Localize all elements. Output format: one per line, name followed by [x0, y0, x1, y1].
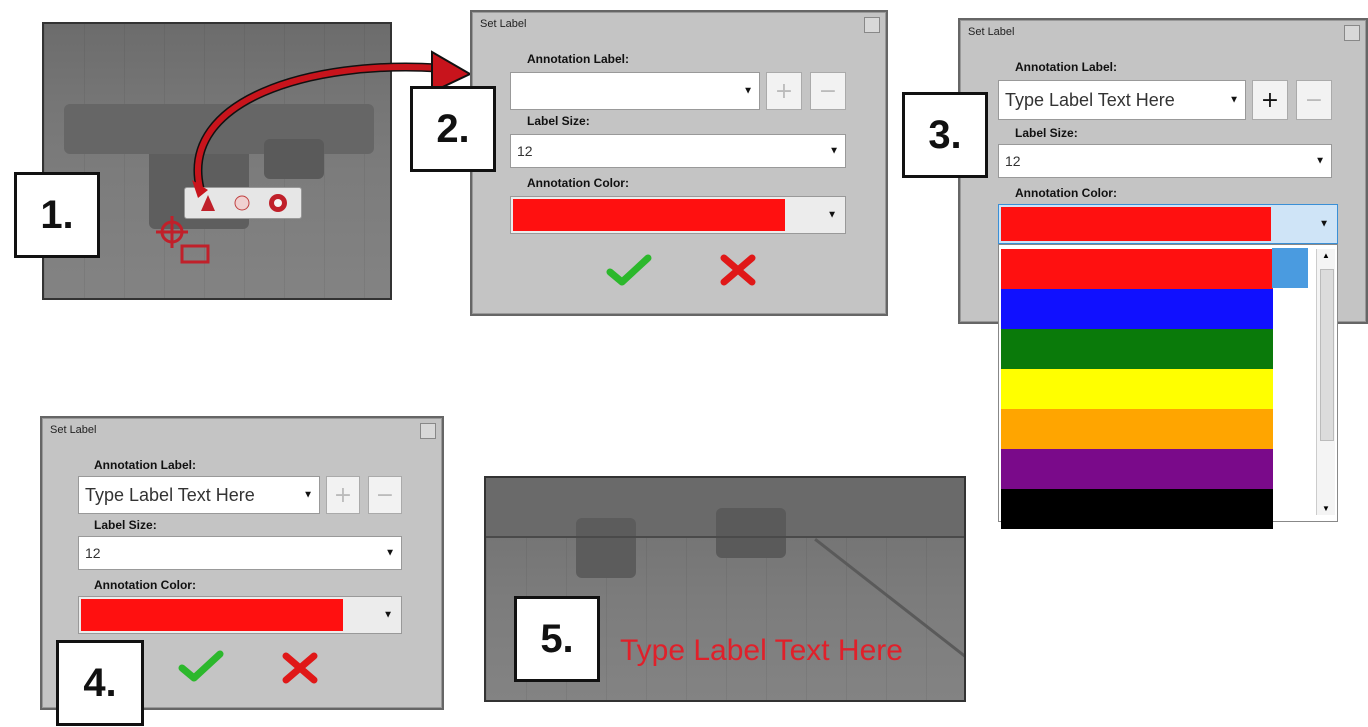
chevron-down-icon: ▼: [1229, 94, 1239, 106]
label-size-combo[interactable]: 12 ▼: [998, 144, 1332, 178]
annotation-label-heading: Annotation Label:: [1015, 60, 1117, 74]
cancel-x-icon[interactable]: [716, 250, 760, 290]
confirm-check-icon[interactable]: [604, 250, 654, 290]
color-option-yellow[interactable]: [1001, 369, 1273, 409]
annotation-label-combo[interactable]: ▼: [510, 72, 760, 110]
label-size-heading: Label Size:: [94, 518, 157, 532]
color-option-green[interactable]: [1001, 329, 1273, 369]
minus-icon: −: [375, 482, 395, 508]
remove-label-button[interactable]: −: [810, 72, 846, 110]
step-badge-1: 1.: [14, 172, 100, 258]
plus-icon: +: [1260, 87, 1280, 113]
step-badge-5: 5.: [514, 596, 600, 682]
close-button[interactable]: [420, 423, 436, 439]
step-badge-4: 4.: [56, 640, 144, 726]
color-option-purple[interactable]: [1001, 449, 1273, 489]
annotation-label-heading: Annotation Label:: [527, 52, 629, 66]
chevron-down-icon: ▼: [743, 85, 753, 97]
color-option-red[interactable]: [1001, 249, 1273, 289]
label-size-combo[interactable]: 12 ▼: [510, 134, 846, 168]
step-badge-3: 3.: [902, 92, 988, 178]
color-option-blue[interactable]: [1001, 289, 1273, 329]
chevron-down-icon: ▼: [383, 609, 393, 621]
color-swatch: [1001, 207, 1271, 241]
add-label-button[interactable]: +: [1252, 80, 1288, 120]
chevron-down-icon: ▼: [829, 145, 839, 157]
scroll-up-icon[interactable]: ▲: [1322, 251, 1330, 260]
scroll-down-icon[interactable]: ▼: [1322, 504, 1330, 513]
dialog-title: Set Label: [50, 424, 97, 436]
close-button[interactable]: [1344, 25, 1360, 41]
plus-icon: +: [774, 78, 794, 104]
remove-label-button[interactable]: −: [368, 476, 402, 514]
add-label-button[interactable]: +: [766, 72, 802, 110]
dropdown-highlight: [1272, 248, 1308, 288]
annotation-label-value: Type Label Text Here: [1005, 89, 1175, 110]
annotation-color-heading: Annotation Color:: [527, 176, 629, 190]
annotation-overlay-text: Type Label Text Here: [620, 634, 903, 667]
annotation-color-heading: Annotation Color:: [1015, 186, 1117, 200]
label-size-heading: Label Size:: [1015, 126, 1078, 140]
color-option-orange[interactable]: [1001, 409, 1273, 449]
label-size-heading: Label Size:: [527, 114, 590, 128]
confirm-check-icon[interactable]: [176, 646, 226, 686]
dialog-title: Set Label: [968, 26, 1015, 38]
cancel-x-icon[interactable]: [278, 648, 322, 688]
minus-icon: −: [818, 78, 838, 104]
scroll-thumb[interactable]: [1320, 269, 1334, 441]
annotation-label-heading: Annotation Label:: [94, 458, 196, 472]
annotation-label-combo[interactable]: Type Label Text Here ▼: [998, 80, 1246, 120]
close-button[interactable]: [864, 17, 880, 33]
annotation-color-combo-open[interactable]: ▼: [998, 204, 1338, 244]
minus-icon: −: [1304, 87, 1324, 113]
remove-label-button[interactable]: −: [1296, 80, 1332, 120]
chevron-down-icon: ▼: [827, 209, 837, 221]
annotation-label-value: Type Label Text Here: [85, 484, 255, 505]
chevron-down-icon: ▼: [385, 547, 395, 559]
plus-icon: +: [333, 482, 353, 508]
color-swatch: [81, 599, 343, 631]
label-size-combo[interactable]: 12 ▼: [78, 536, 402, 570]
annotation-color-combo[interactable]: ▼: [78, 596, 402, 634]
annotation-color-combo[interactable]: ▼: [510, 196, 846, 234]
add-label-button[interactable]: +: [326, 476, 360, 514]
annotation-label-combo[interactable]: Type Label Text Here ▼: [78, 476, 320, 514]
chevron-down-icon: ▼: [1315, 155, 1325, 167]
chevron-down-icon: ▼: [1319, 218, 1329, 230]
annotation-color-heading: Annotation Color:: [94, 578, 196, 592]
chevron-down-icon: ▼: [303, 489, 313, 501]
color-swatch: [513, 199, 785, 231]
set-label-dialog-step2: Set Label Annotation Label: ▼ + − Label …: [470, 10, 888, 316]
color-option-black[interactable]: [1001, 489, 1273, 529]
dialog-title: Set Label: [480, 18, 527, 30]
label-size-value: 12: [1005, 153, 1021, 169]
step-badge-2: 2.: [410, 86, 496, 172]
dropdown-scrollbar[interactable]: ▲ ▼: [1316, 249, 1335, 515]
label-size-value: 12: [517, 143, 533, 159]
label-size-value: 12: [85, 545, 101, 561]
